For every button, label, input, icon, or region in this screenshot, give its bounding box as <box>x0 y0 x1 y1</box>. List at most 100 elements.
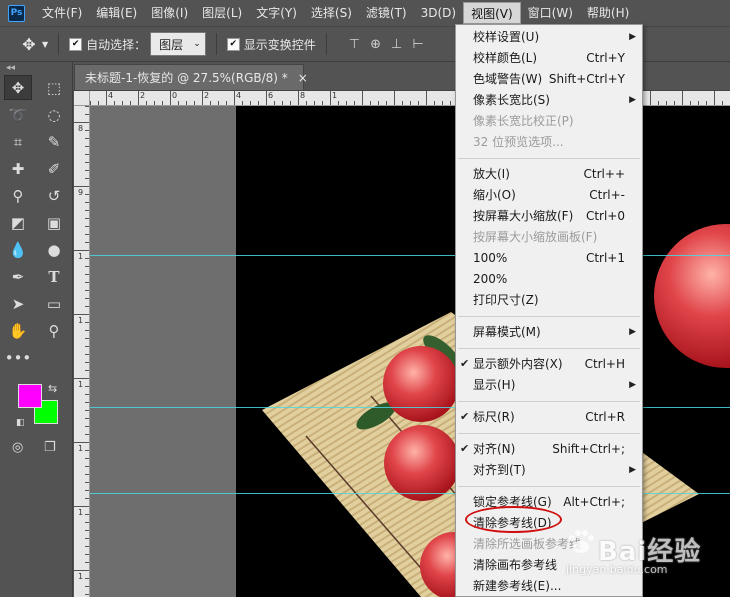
swap-colors-icon[interactable]: ⇆ <box>48 382 57 395</box>
auto-select-label: 自动选择： <box>86 37 147 52</box>
default-colors-icon[interactable]: ◧ <box>16 418 25 428</box>
auto-select-checkbox[interactable]: ✔ <box>69 37 83 51</box>
submenu-arrow-icon: ▶ <box>629 465 636 475</box>
chevron-down-icon[interactable]: ▼ <box>42 40 48 49</box>
eyedropper-tool-icon[interactable]: ✎ <box>36 128 72 155</box>
divider <box>58 33 60 55</box>
menu-help[interactable]: 帮助(H) <box>580 2 636 24</box>
divider <box>215 33 217 55</box>
menu-image[interactable]: 图像(I) <box>144 2 195 24</box>
ruler-tick <box>234 91 235 105</box>
baidu-jingyan-watermark: Bai经验 jingyan.baidu.com <box>560 523 730 583</box>
quick-select-tool-icon[interactable]: ◌ <box>36 101 72 128</box>
view-menu-item[interactable]: 屏幕模式(M) ▶ <box>456 322 642 342</box>
menu-item-shortcut: Ctrl+H <box>584 357 625 371</box>
checkmark-icon: ✔ <box>460 442 470 455</box>
menu-layer[interactable]: 图层(L) <box>195 2 249 24</box>
menu-item-shortcut: Ctrl+R <box>585 410 625 424</box>
close-icon[interactable]: × <box>298 71 308 85</box>
gradient-tool-icon[interactable]: ▣ <box>36 209 72 236</box>
empty-slot <box>36 344 72 371</box>
ruler-label: 6 <box>268 91 274 100</box>
quick-mask-icon[interactable]: ◎ <box>12 440 23 455</box>
menu-item-label: 放大(I) <box>473 167 510 181</box>
zoom-tool-icon[interactable]: ⚲ <box>36 317 72 344</box>
show-transform-checkbox[interactable]: ✔ <box>226 37 240 51</box>
view-menu-item[interactable]: 校样设置(U) ▶ <box>456 27 642 47</box>
healing-brush-tool-icon[interactable]: ✚ <box>0 155 36 182</box>
brush-tool-icon[interactable]: ✐ <box>36 155 72 182</box>
submenu-arrow-icon: ▶ <box>629 95 636 105</box>
menu-separator <box>458 401 640 402</box>
align-left-icon[interactable]: ⊢ <box>412 37 423 52</box>
view-menu-item[interactable]: ✔ 显示额外内容(X) Ctrl+H <box>456 354 642 374</box>
move-tool-preset-icon[interactable]: ✥ <box>18 35 40 54</box>
menu-item-label: 清除画布参考线 <box>473 558 558 572</box>
menu-item-label: 对齐到(T) <box>473 463 526 477</box>
view-menu-item[interactable]: ✔ 标尺(R) Ctrl+R <box>456 407 642 427</box>
history-brush-tool-icon[interactable]: ↺ <box>36 182 72 209</box>
align-vcenter-icon[interactable]: ⊕ <box>370 37 381 52</box>
view-menu-item[interactable]: 对齐到(T) ▶ <box>456 460 642 480</box>
document-tab[interactable]: 未标题-1-恢复的 @ 27.5%(RGB/8) * × <box>74 64 308 90</box>
view-menu-item[interactable]: 100% Ctrl+1 <box>456 248 642 268</box>
menu-3d[interactable]: 3D(D) <box>414 2 463 24</box>
view-menu-item[interactable]: 校样颜色(L) Ctrl+Y <box>456 48 642 68</box>
lasso-tool-icon[interactable]: ➰ <box>0 101 36 128</box>
auto-select-target-dropdown[interactable]: 图层 ⌄ <box>150 32 206 56</box>
menu-item-label: 像素长宽比校正(P) <box>473 114 574 128</box>
menu-item-shortcut: Alt+Ctrl+; <box>563 495 625 509</box>
view-menu-item: 像素长宽比校正(P) <box>456 111 642 131</box>
more-tools-icon[interactable]: ••• <box>0 344 36 371</box>
menu-filter[interactable]: 滤镜(T) <box>359 2 414 24</box>
vertical-ruler[interactable]: 8 9 1 1 1 1 1 1 <box>74 106 90 597</box>
view-menu-item[interactable]: 缩小(O) Ctrl+- <box>456 185 642 205</box>
menu-item-label: 屏幕模式(M) <box>473 325 541 339</box>
blur-tool-icon[interactable]: 💧 <box>0 236 36 263</box>
menu-file[interactable]: 文件(F) <box>35 2 89 24</box>
menu-type[interactable]: 文字(Y) <box>249 2 304 24</box>
ruler-tick <box>362 91 363 105</box>
ruler-tick <box>106 91 107 105</box>
view-menu-item[interactable]: ✔ 对齐(N) Shift+Ctrl+; <box>456 439 642 459</box>
eraser-tool-icon[interactable]: ◩ <box>0 209 36 236</box>
move-tool-icon[interactable]: ✥ <box>4 75 32 100</box>
dodge-tool-icon[interactable]: ● <box>36 236 72 263</box>
view-menu-item[interactable]: 放大(I) Ctrl++ <box>456 164 642 184</box>
ruler-corner[interactable] <box>74 91 90 106</box>
view-menu-item[interactable]: 像素长宽比(S) ▶ <box>456 90 642 110</box>
chevron-down-icon: ⌄ <box>193 39 201 49</box>
crop-tool-icon[interactable]: ⌗ <box>0 128 36 155</box>
marquee-tool-icon[interactable]: ⬚ <box>36 74 72 101</box>
view-menu-item[interactable]: 200% <box>456 269 642 289</box>
screen-mode-icon[interactable]: ❐ <box>44 440 56 455</box>
menu-item-label: 标尺(R) <box>473 410 515 424</box>
view-menu-item[interactable]: 按屏幕大小缩放(F) Ctrl+0 <box>456 206 642 226</box>
menu-edit[interactable]: 编辑(E) <box>89 2 144 24</box>
menu-view[interactable]: 视图(V) <box>463 2 521 24</box>
ruler-label: 1 <box>78 380 84 389</box>
ruler-tick <box>682 91 683 105</box>
menu-item-shortcut: Ctrl+0 <box>585 209 625 223</box>
ruler-tick <box>202 91 203 105</box>
foreground-color-swatch[interactable] <box>18 384 42 408</box>
menu-window[interactable]: 窗口(W) <box>521 2 580 24</box>
align-bottom-icon[interactable]: ⊥ <box>391 37 402 52</box>
type-tool-icon[interactable]: T <box>36 263 72 290</box>
ruler-tick <box>74 506 89 507</box>
align-top-icon[interactable]: ⊤ <box>349 37 360 52</box>
view-menu-item[interactable]: 色域警告(W) Shift+Ctrl+Y <box>456 69 642 89</box>
rectangle-tool-icon[interactable]: ▭ <box>36 290 72 317</box>
menu-item-label: 打印尺寸(Z) <box>473 293 539 307</box>
hand-tool-icon[interactable]: ✋ <box>0 317 36 344</box>
menu-item-label: 显示(H) <box>473 378 516 392</box>
clone-stamp-tool-icon[interactable]: ⚲ <box>0 182 36 209</box>
menu-select[interactable]: 选择(S) <box>304 2 359 24</box>
path-select-tool-icon[interactable]: ➤ <box>0 290 36 317</box>
collapse-icon[interactable]: ◂◂ <box>0 62 72 74</box>
pen-tool-icon[interactable]: ✒ <box>0 263 36 290</box>
ruler-tick <box>266 91 267 105</box>
view-menu-item[interactable]: 显示(H) ▶ <box>456 375 642 395</box>
menu-item-label: 校样颜色(L) <box>473 51 538 65</box>
view-menu-item[interactable]: 打印尺寸(Z) <box>456 290 642 310</box>
